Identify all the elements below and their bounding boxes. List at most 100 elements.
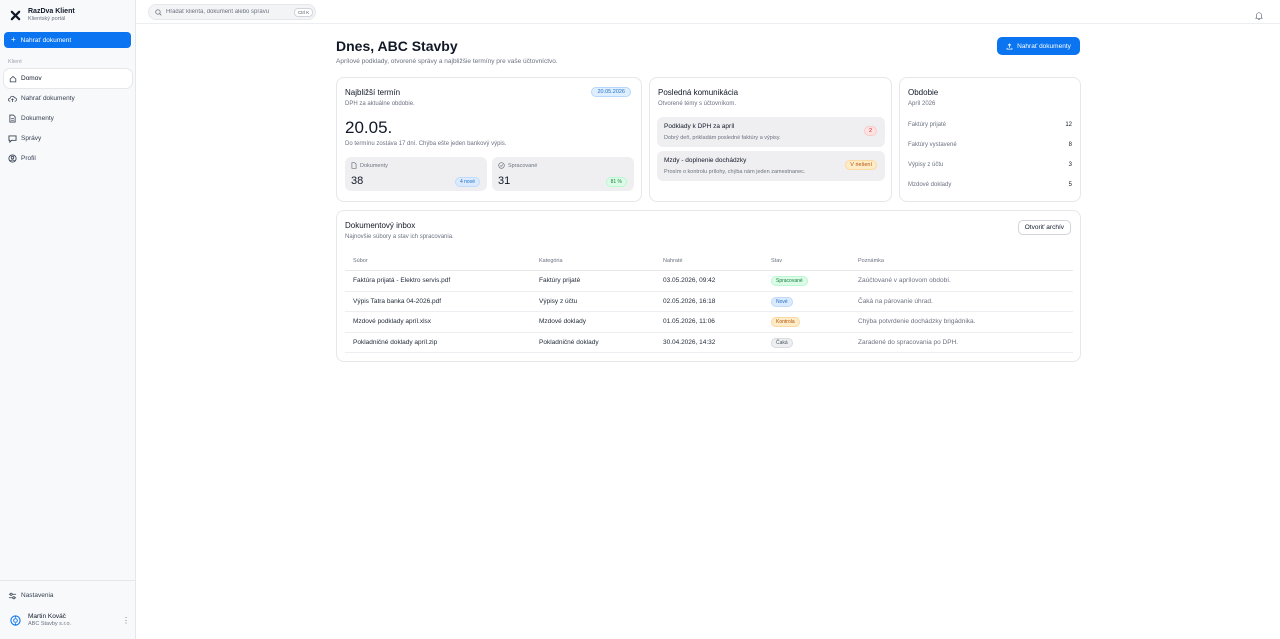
- file-note: Zaúčtované v aprílovom období.: [858, 277, 951, 285]
- sidebar-item-label: Dokumenty: [21, 115, 54, 122]
- stat-value: 31: [498, 175, 511, 187]
- file-name[interactable]: Výpis Tatra banka 04-2026.pdf: [345, 298, 531, 305]
- brand[interactable]: RazDva Klient Klientský portál: [8, 7, 75, 23]
- sidebar-nav: Domov Nahrať dokumenty Dokumenty Správy …: [4, 69, 132, 169]
- sidebar-item-label: Správy: [21, 135, 42, 142]
- home-icon: [8, 74, 17, 83]
- sliders-icon: [8, 591, 17, 600]
- period-row: Faktúry prijaté 12: [908, 122, 1072, 128]
- settings-label: Nastavenia: [21, 592, 54, 599]
- sidebar-section-label: Klient: [8, 59, 22, 65]
- stat-processed[interactable]: Spracované 31 81 %: [492, 157, 634, 191]
- period-row-value: 8: [1068, 142, 1072, 148]
- document-icon: [351, 162, 357, 169]
- shortcut-hint: Ctrl K: [294, 7, 314, 17]
- period-row-value: 5: [1068, 182, 1072, 188]
- sidebar-item-profile[interactable]: Profil: [4, 149, 132, 168]
- column-header[interactable]: Súbor: [345, 258, 531, 264]
- thread-preview: Dobrý deň, prikladám posledné faktúry a …: [664, 135, 781, 141]
- thread-preview: Prosím o kontrolu prílohy, chýba nám jed…: [664, 169, 806, 175]
- period-row: Faktúry vystavené 8: [908, 142, 1072, 148]
- file-note: Chýba potvrdenie dochádzky brigádnika.: [858, 318, 976, 326]
- period-row-label: Faktúry prijaté: [908, 122, 947, 128]
- file-name[interactable]: Mzdové podklady apríl.xlsx: [345, 318, 531, 325]
- unread-count-badge: 2: [863, 126, 877, 136]
- document-inbox-card: Dokumentový inbox Najnovšie súbory a sta…: [336, 210, 1081, 362]
- file-name[interactable]: Pokladničné doklady apríl.zip: [345, 339, 531, 346]
- sidebar-item-messages[interactable]: Správy: [4, 129, 132, 148]
- period-title: Obdobie: [908, 88, 939, 97]
- inbox-table: Súbor Kategória Nahraté Stav Poznámka Fa…: [345, 251, 1073, 353]
- page-subtitle: Aprílové podklady, otvorené správy a naj…: [336, 58, 558, 65]
- column-header[interactable]: Stav: [763, 258, 850, 264]
- table-row[interactable]: Pokladničné doklady apríl.zip Pokladničn…: [345, 333, 1073, 353]
- deadline-date-badge: 20.05.2026: [591, 87, 631, 97]
- column-header[interactable]: Nahraté: [655, 258, 763, 264]
- table-header: Súbor Kategória Nahraté Stav Poznámka: [345, 251, 1073, 271]
- sidebar: RazDva Klient Klientský portál + Nahrať …: [0, 0, 136, 639]
- communication-card: Posledná komunikácia Otvorené témy s účt…: [649, 77, 892, 202]
- period-row-value: 3: [1068, 162, 1072, 168]
- upload-documents-button[interactable]: Nahrať dokumenty: [997, 37, 1080, 55]
- upload-time: 01.05.2026, 11:06: [663, 318, 715, 326]
- chat-icon: [8, 134, 17, 143]
- file-category: Faktúry prijaté: [539, 277, 581, 285]
- bell-icon[interactable]: [1254, 7, 1264, 25]
- deadline-subtitle: DPH za aktuálne obdobie.: [345, 101, 415, 107]
- user-name: Martin Kováč: [28, 613, 66, 620]
- file-note: Čaká na párovanie úhrad.: [858, 297, 933, 305]
- search-box[interactable]: Ctrl K: [148, 4, 316, 20]
- avatar: [8, 614, 22, 628]
- upload-time: 03.05.2026, 09:42: [663, 277, 716, 285]
- status-badge: Čaká: [771, 337, 793, 348]
- table-row[interactable]: Výpis Tatra banka 04-2026.pdf Výpisy z ú…: [345, 292, 1073, 312]
- period-row-label: Faktúry vystavené: [908, 142, 957, 148]
- sidebar-item-home[interactable]: Domov: [4, 69, 132, 88]
- period-row-value: 12: [1065, 122, 1072, 128]
- brand-subtitle: Klientský portál: [28, 16, 66, 22]
- search-input[interactable]: [166, 9, 294, 15]
- document-icon: [8, 114, 17, 123]
- open-archive-button[interactable]: Otvoriť archív: [1017, 220, 1071, 235]
- stat-value: 38: [351, 175, 364, 187]
- brand-logo-icon: [8, 8, 22, 22]
- stat-documents[interactable]: Dokumenty 38 4 nové: [345, 157, 487, 191]
- sidebar-upload-label: Nahrať dokument: [20, 36, 72, 44]
- thread-title: Mzdy - doplnenie dochádzky: [664, 157, 747, 164]
- period-subtitle: Apríl 2026: [908, 101, 936, 107]
- upload-documents-label: Nahrať dokumenty: [1017, 42, 1071, 50]
- sidebar-upload-button[interactable]: + Nahrať dokument: [4, 32, 131, 48]
- upload-time: 30.04.2026, 14:32: [663, 338, 716, 346]
- column-header[interactable]: Kategória: [531, 258, 655, 264]
- sidebar-item-label: Nahrať dokumenty: [21, 95, 75, 102]
- deadline-title: Najbližší termín: [345, 88, 401, 97]
- sidebar-item-upload[interactable]: Nahrať dokumenty: [4, 89, 132, 108]
- column-header[interactable]: Poznámka: [850, 258, 1073, 264]
- message-thread[interactable]: Mzdy - doplnenie dochádzky Prosím o kont…: [657, 151, 885, 181]
- page-title: Dnes, ABC Stavby: [336, 38, 458, 54]
- user-menu[interactable]: Martin Kováč ABC Stavby s.r.o. ⋮: [8, 613, 130, 628]
- sidebar-item-label: Profil: [21, 155, 36, 162]
- message-thread[interactable]: Podklady k DPH za apríl Dobrý deň, prikl…: [657, 117, 885, 147]
- file-category: Mzdové doklady: [539, 318, 586, 326]
- file-note: Zaradené do spracovania po DPH.: [858, 338, 959, 346]
- sidebar-divider: [0, 580, 135, 581]
- deadline-date: 20.05.: [345, 118, 393, 137]
- table-row[interactable]: Faktúra prijatá - Elektro servis.pdf Fak…: [345, 271, 1073, 292]
- inbox-subtitle: Najnovšie súbory a stav ich spracovania.: [345, 234, 454, 240]
- more-vertical-icon[interactable]: ⋮: [122, 616, 130, 625]
- sidebar-item-label: Domov: [21, 75, 42, 82]
- status-badge: Nové: [771, 296, 793, 307]
- file-name[interactable]: Faktúra prijatá - Elektro servis.pdf: [345, 277, 531, 284]
- upload-time: 02.05.2026, 16:18: [663, 297, 716, 305]
- sidebar-item-settings[interactable]: Nastavenia: [8, 591, 54, 600]
- sidebar-item-documents[interactable]: Dokumenty: [4, 109, 132, 128]
- table-row[interactable]: Mzdové podklady apríl.xlsx Mzdové doklad…: [345, 312, 1073, 333]
- communication-subtitle: Otvorené témy s účtovníkom.: [658, 101, 737, 107]
- stat-pill: 4 nové: [454, 177, 480, 187]
- profile-icon: [8, 154, 17, 163]
- period-row-label: Mzdové doklady: [908, 182, 952, 188]
- brand-name: RazDva Klient: [28, 8, 75, 15]
- deadline-card: Najbližší termín DPH za aktuálne obdobie…: [336, 77, 642, 202]
- cloud-upload-icon: [8, 94, 17, 103]
